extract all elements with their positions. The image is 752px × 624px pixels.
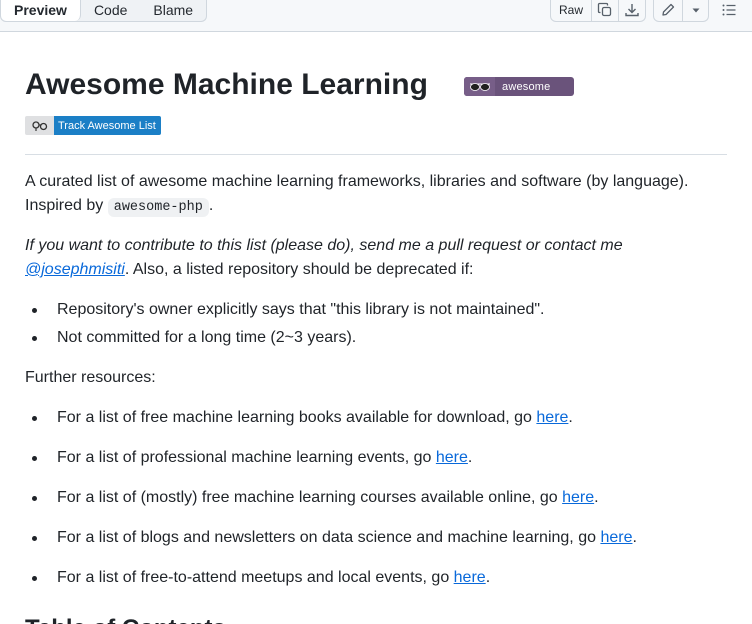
raw-button[interactable]: Raw <box>551 0 591 21</box>
list-item: Not committed for a long time (2~3 years… <box>32 326 545 350</box>
books-link[interactable]: here <box>536 409 568 426</box>
contribute-text: If you want to contribute to this list (… <box>25 237 623 254</box>
list-item: For a list of blogs and newsletters on d… <box>32 526 637 550</box>
list-item: For a list of professional machine learn… <box>32 446 637 470</box>
resource-end: . <box>485 569 491 586</box>
copy-raw-button[interactable] <box>591 0 618 21</box>
resource-text: For a list of blogs and newsletters on d… <box>57 529 601 546</box>
deprecation-criteria-list: Repository's owner explicitly says that … <box>32 298 545 354</box>
track-logo-icon <box>25 116 54 135</box>
list-item: For a list of free machine learning book… <box>32 406 637 430</box>
list-item: Repository's owner explicitly says that … <box>32 298 545 322</box>
tab-preview[interactable]: Preview <box>1 0 81 21</box>
list-item: For a list of free-to-attend meetups and… <box>32 566 637 590</box>
list-unordered-icon[interactable] <box>720 2 738 18</box>
intro-end: . <box>208 197 214 214</box>
edit-file-button[interactable] <box>654 0 682 21</box>
page-title: Awesome Machine Learning <box>25 68 428 101</box>
resource-end: . <box>632 529 637 546</box>
resource-end: . <box>594 489 599 506</box>
download-icon <box>624 2 640 18</box>
tab-blame[interactable]: Blame <box>140 0 206 21</box>
edit-options-dropdown[interactable] <box>682 0 708 21</box>
contribute-paragraph: If you want to contribute to this list (… <box>25 234 727 282</box>
resources-list: For a list of free machine learning book… <box>32 406 637 606</box>
meetups-link[interactable]: here <box>454 569 486 586</box>
download-button[interactable] <box>618 0 645 21</box>
list-item: For a list of (mostly) free machine lear… <box>32 486 637 510</box>
resource-text: For a list of (mostly) free machine lear… <box>57 489 563 506</box>
courses-link[interactable]: here <box>562 489 594 506</box>
awesome-badge[interactable]: awesome <box>464 77 574 96</box>
pencil-icon <box>660 2 676 18</box>
events-link[interactable]: here <box>436 449 468 466</box>
tab-code[interactable]: Code <box>81 0 140 21</box>
title-divider <box>25 154 727 155</box>
author-link[interactable]: @josephmisiti <box>25 261 125 278</box>
copy-icon <box>597 2 613 18</box>
view-mode-tabs: Preview Code Blame <box>0 0 208 22</box>
blogs-link[interactable]: here <box>600 529 632 546</box>
resource-text: For a list of free-to-attend meetups and… <box>57 569 454 586</box>
resource-text: For a list of free machine learning book… <box>57 409 537 426</box>
awesome-badge-label: awesome <box>502 80 551 93</box>
intro-paragraph: A curated list of awesome machine learni… <box>25 170 727 220</box>
deprecation-intro: . Also, a listed repository should be de… <box>124 261 474 278</box>
edit-actions-group <box>653 0 709 22</box>
file-toolbar: Preview Code Blame Raw <box>0 0 752 32</box>
inline-code: awesome-php <box>107 198 209 217</box>
resource-end: . <box>568 409 573 426</box>
track-badge-label: Track Awesome List <box>54 116 161 135</box>
resource-end: . <box>467 449 473 466</box>
raw-actions-group: Raw <box>550 0 646 22</box>
raw-label: Raw <box>559 3 584 17</box>
track-awesome-list-badge[interactable]: Track Awesome List <box>25 116 161 135</box>
triangle-down-icon <box>691 5 701 15</box>
further-resources-label: Further resources: <box>25 369 156 386</box>
glasses-icon <box>464 77 495 96</box>
resource-text: For a list of professional machine learn… <box>57 449 436 466</box>
toc-heading: Table of Contents <box>25 614 226 624</box>
